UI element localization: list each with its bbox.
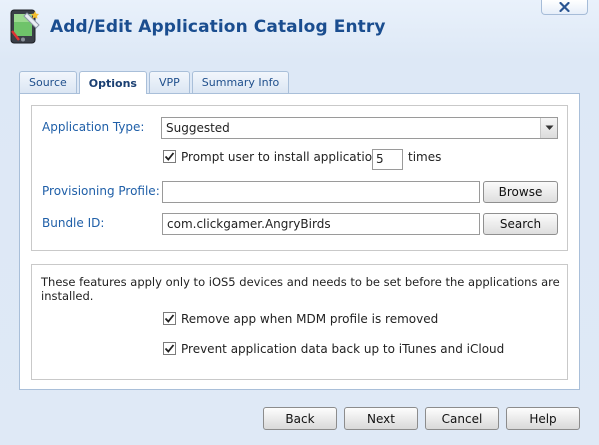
prompt-install-checkbox[interactable]: [163, 150, 176, 163]
search-button[interactable]: Search: [483, 213, 558, 235]
provisioning-profile-input[interactable]: [162, 181, 480, 203]
bundle-id-label: Bundle ID:: [42, 216, 105, 230]
application-catalog-icon: [9, 9, 41, 45]
tab-source[interactable]: Source: [19, 71, 77, 93]
dialog-window: Add/Edit Application Catalog Entry Sourc…: [0, 0, 599, 445]
dialog-title: Add/Edit Application Catalog Entry: [50, 17, 386, 37]
dialog-titlebar: Add/Edit Application Catalog Entry: [0, 0, 599, 60]
browse-button[interactable]: Browse: [483, 181, 558, 203]
tab-bar: Source Options VPP Summary Info: [19, 71, 291, 94]
chevron-down-icon[interactable]: [540, 118, 557, 138]
prevent-backup-checkbox[interactable]: [163, 342, 176, 355]
help-button[interactable]: Help: [506, 407, 580, 430]
remove-app-label: Remove app when MDM profile is removed: [181, 312, 439, 326]
tab-summary-info[interactable]: Summary Info: [191, 71, 290, 93]
application-type-select[interactable]: Suggested: [161, 117, 558, 139]
prompt-times-input[interactable]: 5: [372, 149, 403, 170]
options-panel: Application Type: Suggested Prompt user …: [19, 93, 580, 390]
next-button[interactable]: Next: [344, 407, 418, 430]
application-type-label: Application Type:: [42, 120, 145, 134]
close-button[interactable]: [541, 0, 588, 15]
remove-app-checkbox[interactable]: [163, 312, 176, 325]
ios5-features-group: These features apply only to iOS5 device…: [31, 264, 568, 380]
checkmark-icon: [164, 344, 175, 353]
prevent-backup-label: Prevent application data back up to iTun…: [181, 342, 505, 356]
bundle-id-input[interactable]: com.clickgamer.AngryBirds: [162, 213, 480, 235]
application-type-value: Suggested: [166, 121, 230, 135]
cancel-button[interactable]: Cancel: [425, 407, 499, 430]
back-button[interactable]: Back: [263, 407, 337, 430]
application-settings-group: Application Type: Suggested Prompt user …: [31, 105, 568, 251]
checkmark-icon: [164, 152, 175, 161]
prompt-times-suffix: times: [408, 150, 442, 164]
provisioning-profile-label: Provisioning Profile:: [42, 184, 160, 198]
tab-options[interactable]: Options: [78, 71, 147, 94]
ios5-note: These features apply only to iOS5 device…: [41, 275, 560, 303]
tab-vpp[interactable]: VPP: [148, 71, 190, 93]
close-icon: [559, 2, 570, 12]
prompt-install-label: Prompt user to install application: [181, 150, 380, 164]
checkmark-icon: [164, 314, 175, 323]
